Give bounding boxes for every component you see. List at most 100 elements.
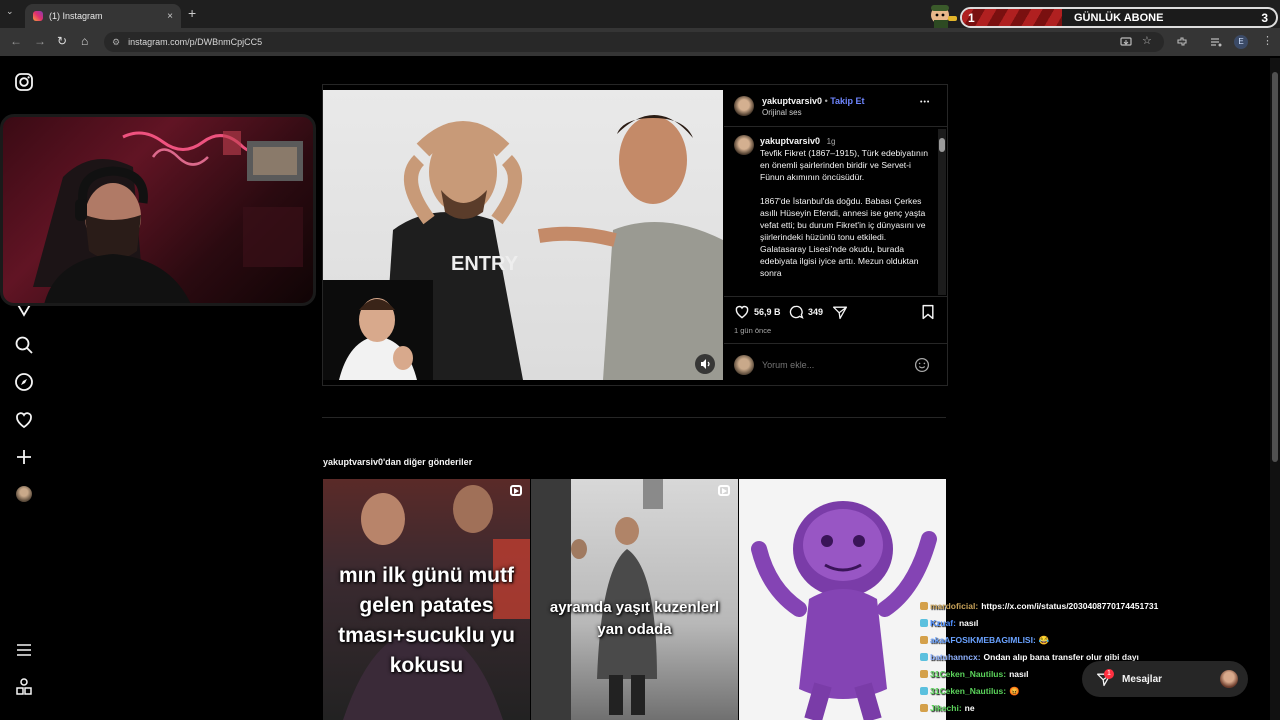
heart-icon[interactable] bbox=[14, 410, 34, 430]
thumbnail-caption-line: gelen patates bbox=[359, 594, 494, 617]
messages-label: Mesajlar bbox=[1122, 673, 1163, 685]
create-icon[interactable] bbox=[14, 447, 34, 467]
subscriber-bar-stripes bbox=[962, 9, 1062, 26]
tab-title: (1) Instagram bbox=[49, 11, 103, 21]
emoji-icon[interactable] bbox=[914, 357, 930, 373]
chat-message: Kzuaf: nasıl bbox=[920, 615, 1210, 632]
back-button[interactable]: ← bbox=[10, 34, 22, 48]
tab-close-icon[interactable]: × bbox=[167, 11, 173, 22]
chat-message: Jikechi: ne bbox=[920, 700, 1210, 717]
chat-message: mardoficial: https://x.com/i/status/20304… bbox=[920, 598, 1210, 615]
caption-scrollbar-thumb[interactable] bbox=[939, 138, 945, 152]
post-header: yakuptvarsiv0 • Takip Et bbox=[762, 96, 865, 106]
chat-badge-icon bbox=[920, 653, 928, 661]
stream-chat-overlay: mardoficial: https://x.com/i/status/20304… bbox=[920, 598, 1210, 717]
search-icon[interactable] bbox=[14, 335, 34, 355]
thumbnail-caption-line: yan odada bbox=[597, 621, 672, 638]
streamer-avatar-sticker-icon bbox=[931, 5, 957, 28]
like-heart-icon[interactable] bbox=[734, 304, 750, 320]
media-control-icon[interactable] bbox=[1210, 36, 1222, 48]
shirt-text: ENTRY bbox=[451, 253, 519, 275]
commenter-avatar bbox=[734, 355, 754, 375]
menu-icon[interactable] bbox=[14, 640, 34, 660]
like-count[interactable]: 56,9 B bbox=[754, 307, 781, 317]
author-username[interactable]: yakuptvarsiv0 bbox=[762, 96, 822, 106]
new-tab-button[interactable]: + bbox=[188, 5, 196, 21]
caption-username[interactable]: yakuptvarsiv0 bbox=[760, 136, 820, 146]
instagram-logo-icon[interactable] bbox=[14, 72, 34, 92]
home-button[interactable]: ⌂ bbox=[81, 34, 88, 48]
forward-button[interactable]: → bbox=[34, 34, 46, 48]
tab-search-button[interactable]: ⌄ bbox=[6, 6, 14, 17]
post-timestamp[interactable]: 1 gün önce bbox=[734, 326, 771, 335]
video-frame-image: ENTRY bbox=[323, 114, 723, 380]
chat-badge-icon bbox=[920, 704, 928, 712]
reel-indicator-icon bbox=[718, 485, 730, 496]
webcam-scene-image bbox=[33, 131, 303, 303]
more-post-thumbnail[interactable]: ayramda yaşıt kuzenlerl yan odada bbox=[531, 479, 738, 720]
caption-avatar[interactable] bbox=[734, 135, 754, 155]
site-info-icon[interactable]: ⚙ bbox=[112, 37, 120, 48]
chat-text: 😂 bbox=[1038, 635, 1050, 645]
author-avatar[interactable] bbox=[734, 96, 754, 116]
bookmark-star-icon[interactable]: ☆ bbox=[1142, 34, 1152, 47]
page-scrollbar-thumb[interactable] bbox=[1272, 72, 1278, 462]
share-icon[interactable] bbox=[832, 304, 848, 320]
caption-scrollbar[interactable] bbox=[938, 129, 946, 295]
browser-menu-icon[interactable]: ⋮ bbox=[1262, 34, 1273, 47]
comment-icon[interactable] bbox=[788, 304, 804, 320]
mute-toggle-icon[interactable] bbox=[695, 354, 715, 374]
thumbnail-caption: mın ilk günü mutf gelen patates tması+su… bbox=[323, 561, 530, 681]
chat-text: https://x.com/i/status/20304087701744517… bbox=[981, 601, 1159, 611]
audio-label[interactable]: Orijinal ses bbox=[762, 108, 802, 117]
post-video[interactable]: ENTRY bbox=[323, 90, 723, 380]
browser-tab-instagram[interactable]: (1) Instagram × bbox=[25, 4, 181, 28]
chat-message: akaAFOSIKMEBAGIMLISI: 😂 bbox=[920, 632, 1210, 649]
more-post-thumbnail[interactable] bbox=[739, 479, 946, 720]
section-divider bbox=[322, 417, 946, 418]
subscriber-count: 3 bbox=[1261, 11, 1268, 25]
reload-button[interactable]: ↻ bbox=[57, 34, 67, 48]
chat-text: nasıl bbox=[958, 618, 979, 628]
caption-age: 1g bbox=[826, 137, 836, 146]
more-post-thumbnail[interactable]: mın ilk günü mutf gelen patates tması+su… bbox=[323, 479, 530, 720]
install-app-icon[interactable] bbox=[1120, 36, 1132, 48]
profile-avatar[interactable] bbox=[16, 486, 32, 502]
apps-icon[interactable] bbox=[14, 677, 34, 697]
chat-username: Jikechi: bbox=[930, 703, 962, 713]
url-text: instagram.com/p/DWBnmCpjCC5 bbox=[128, 37, 263, 47]
address-bar[interactable]: ⚙ instagram.com/p/DWBnmCpjCC5 bbox=[104, 32, 1164, 52]
comment-input[interactable] bbox=[762, 358, 902, 372]
thumbnail-caption-line: tması+sucuklu yu bbox=[338, 624, 515, 647]
extensions-icon[interactable] bbox=[1176, 36, 1188, 48]
profile-avatar-button[interactable]: E bbox=[1234, 35, 1248, 49]
caption-text: Tevfik Fikret (1867–1915), Türk edebiyat… bbox=[760, 148, 928, 278]
save-bookmark-icon[interactable] bbox=[920, 304, 936, 320]
unread-messages-badge: 1 bbox=[1104, 669, 1114, 679]
chat-username: batuhanncx: bbox=[930, 652, 981, 662]
daily-subscriber-bar: 1 GÜNLÜK ABONE 3 bbox=[960, 7, 1278, 28]
message-contact-avatar bbox=[1220, 670, 1238, 688]
caption-scroll-area[interactable]: Tevfik Fikret (1867–1915), Türk edebiyat… bbox=[760, 147, 932, 291]
chat-username: akaAFOSIKMEBAGIMLISI: bbox=[930, 635, 1036, 645]
chat-text: ne bbox=[964, 703, 975, 713]
thumbnail-purple-figure-image bbox=[751, 501, 937, 720]
chat-username: Kzuaf: bbox=[930, 618, 956, 628]
chat-username: mardoficial: bbox=[930, 601, 979, 611]
chat-text: 😡 bbox=[1009, 686, 1020, 696]
explore-icon[interactable] bbox=[14, 372, 34, 392]
comment-divider bbox=[724, 343, 947, 344]
chat-username: 31Ceken_Nautilus: bbox=[930, 686, 1007, 696]
thumbnail-caption: ayramda yaşıt kuzenlerl yan odada bbox=[531, 597, 738, 641]
chat-badge-icon bbox=[920, 687, 928, 695]
more-options-icon[interactable]: ••• bbox=[920, 99, 930, 106]
messages-button[interactable]: Mesajlar bbox=[1082, 661, 1248, 697]
subscriber-rank: 1 bbox=[968, 11, 975, 25]
more-posts-label[interactable]: yakuptvarsiv0'dan diğer gönderiler bbox=[323, 457, 472, 467]
follow-button[interactable]: Takip Et bbox=[830, 96, 864, 106]
comment-count[interactable]: 349 bbox=[808, 307, 823, 317]
actions-divider bbox=[724, 296, 947, 297]
chat-badge-icon bbox=[920, 636, 928, 644]
caption-header: yakuptvarsiv0 1g bbox=[760, 136, 835, 146]
instagram-favicon-icon bbox=[33, 11, 43, 21]
